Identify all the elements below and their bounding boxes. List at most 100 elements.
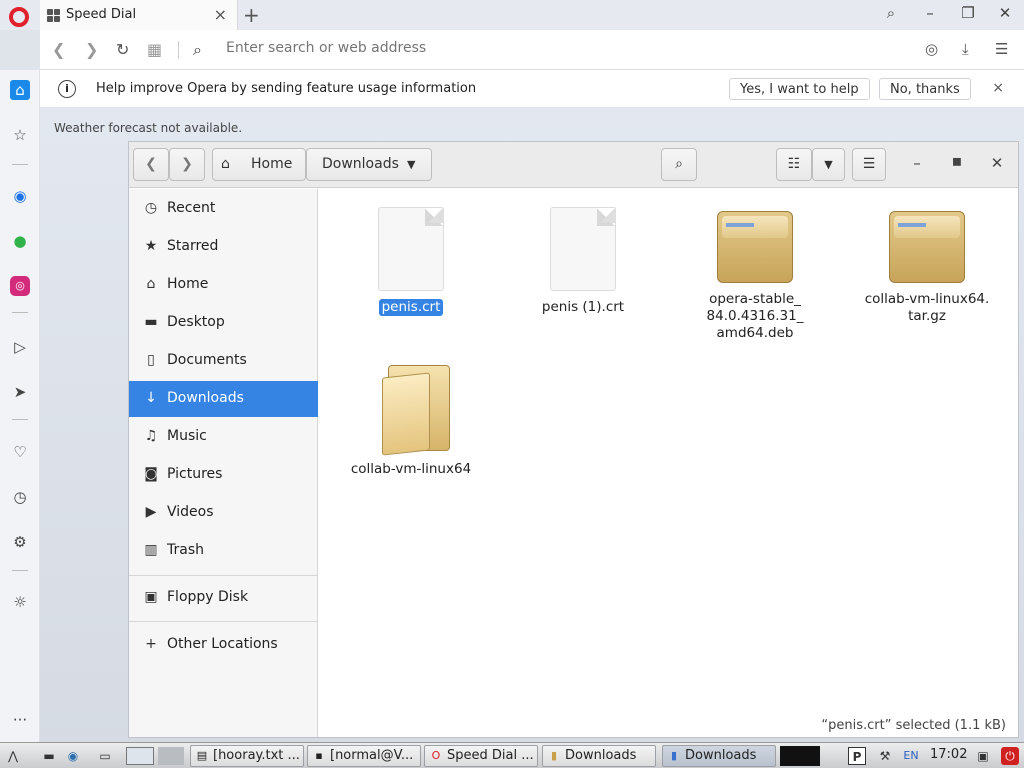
show-desktop-icon[interactable]: ▬ <box>40 747 58 765</box>
file-item[interactable]: collab-vm-linux64. tar.gz <box>852 207 1002 325</box>
easy-setup-icon[interactable]: ☰ <box>995 40 1008 58</box>
chevron-down-icon: ▼ <box>407 158 416 171</box>
task-terminal[interactable]: ▪ [normal@V... <box>307 745 421 767</box>
sidebar-item-label: Videos <box>167 504 214 520</box>
tray-tools-icon[interactable]: ⚒ <box>876 747 894 765</box>
notice-yes-button[interactable]: Yes, I want to help <box>729 78 870 100</box>
weather-text: Weather forecast not available. <box>54 121 243 135</box>
tray-p-icon[interactable]: P <box>848 747 866 765</box>
bookmarks-icon[interactable]: ♡ <box>10 442 30 462</box>
sidebar-item-other-locations[interactable]: + Other Locations <box>129 627 318 663</box>
sidebar-item-pictures[interactable]: ◙ Pictures <box>129 457 318 493</box>
info-icon: i <box>58 80 76 98</box>
clock[interactable]: 17:02 <box>930 747 967 762</box>
tabs-grid-icon[interactable]: ▦ <box>147 40 162 59</box>
new-tab-button[interactable]: + <box>243 3 260 27</box>
file-name: penis (1).crt <box>541 299 625 315</box>
notice-close-icon[interactable]: × <box>992 80 1004 96</box>
folder-item[interactable]: collab-vm-linux64 <box>336 365 486 478</box>
task-label: Speed Dial ... <box>447 748 534 763</box>
notice-no-button[interactable]: No, thanks <box>879 78 971 100</box>
document-icon <box>550 207 616 291</box>
settings-icon[interactable]: ⚙ <box>10 532 30 552</box>
sidebar-item-label: Desktop <box>167 314 225 330</box>
files-headerbar: ❮ ❯ ⌂ Home Downloads ▼ ⌕ ☷ ▼ ☰ – ◼ ✕ <box>129 142 1018 188</box>
power-icon[interactable]: ⏻ <box>1001 747 1019 765</box>
divider <box>12 312 28 313</box>
tray-screen-icon[interactable]: ▣ <box>974 747 992 765</box>
task-downloads-active[interactable]: ▮ Downloads <box>662 745 776 767</box>
tab-speed-dial[interactable]: Speed Dial × <box>40 0 238 30</box>
instagram-icon[interactable]: ◎ <box>10 276 30 296</box>
file-item[interactable]: penis (1).crt <box>508 207 658 316</box>
workspace-1-icon[interactable] <box>126 747 154 765</box>
sidebar-item-starred[interactable]: ★ Starred <box>129 229 318 265</box>
sidebar-item-floppy-disk[interactable]: ▣ Floppy Disk <box>129 580 318 616</box>
browser-launcher-icon[interactable]: ◉ <box>64 747 82 765</box>
sidebar-item-desktop[interactable]: ▬ Desktop <box>129 305 318 341</box>
breadcrumb-downloads[interactable]: Downloads ▼ <box>306 148 432 181</box>
restore-icon[interactable]: ❐ <box>956 4 980 22</box>
sidebar-item-recent[interactable]: ◷ Recent <box>129 191 318 227</box>
back-button[interactable]: ❮ <box>133 148 169 181</box>
history-icon[interactable]: ◷ <box>10 487 30 507</box>
home-icon: ⌂ <box>221 156 230 172</box>
divider <box>12 164 28 165</box>
sidebar-item-videos[interactable]: ▶ Videos <box>129 495 318 531</box>
whatsapp-icon[interactable]: ● <box>10 231 30 251</box>
tab-close-icon[interactable]: × <box>214 5 227 24</box>
pinboard-icon[interactable]: ☆ <box>10 125 30 145</box>
more-icon[interactable]: ··· <box>10 710 30 730</box>
messenger-icon[interactable]: ◉ <box>10 186 30 206</box>
divider <box>12 419 28 420</box>
sidebar-item-home[interactable]: ⌂ Home <box>129 267 318 303</box>
sidebar-item-downloads[interactable]: ↓ Downloads <box>129 381 318 417</box>
view-list-button[interactable]: ☷ <box>776 148 812 181</box>
search-button[interactable]: ⌕ <box>661 148 697 181</box>
maximize-icon[interactable]: ◼ <box>945 154 969 168</box>
sidebar-item-documents[interactable]: ▯ Documents <box>129 343 318 379</box>
minimize-icon[interactable]: – <box>905 154 929 172</box>
close-icon[interactable]: ✕ <box>985 154 1009 172</box>
view-options-button[interactable]: ▼ <box>812 148 845 181</box>
minimize-icon[interactable]: – <box>918 4 942 22</box>
flow-icon[interactable]: ➤ <box>10 382 30 402</box>
back-icon[interactable]: ❮ <box>52 40 65 59</box>
forward-icon[interactable]: ❯ <box>85 40 98 59</box>
workspace-2-icon[interactable] <box>158 747 184 765</box>
home-icon[interactable]: ⌂ <box>10 80 30 100</box>
task-downloads[interactable]: ▮ Downloads <box>542 745 656 767</box>
search-input[interactable] <box>226 40 826 56</box>
keyboard-layout-indicator[interactable]: EN <box>900 747 922 765</box>
file-item[interactable]: opera-stable_ 84.0.4316.31_ amd64.deb <box>680 207 830 342</box>
file-item[interactable]: penis.crt <box>336 207 486 316</box>
sidebar-item-music[interactable]: ♫ Music <box>129 419 318 455</box>
task-label: Downloads <box>565 748 637 763</box>
breadcrumb-home-label: Home <box>251 156 293 172</box>
menu-button[interactable]: ☰ <box>852 148 886 181</box>
file-name: collab-vm-linux64. tar.gz <box>864 291 990 324</box>
task-speed-dial[interactable]: O Speed Dial ... <box>424 745 538 767</box>
file-name: opera-stable_ 84.0.4316.31_ amd64.deb <box>706 291 804 341</box>
download-icon[interactable]: ⤓ <box>962 40 969 58</box>
archive-icon <box>889 211 965 283</box>
start-menu-icon[interactable]: ⋀ <box>4 747 22 765</box>
folder-icon: ▮ <box>550 749 558 762</box>
floppy-icon: ▣ <box>144 589 158 605</box>
search-tabs-icon[interactable]: ⌕ <box>879 4 903 22</box>
tips-icon[interactable]: ☼ <box>10 592 30 612</box>
feature-usage-notice: i Help improve Opera by sending feature … <box>40 70 1024 108</box>
player-icon[interactable]: ▷ <box>10 337 30 357</box>
files-window: ❮ ❯ ⌂ Home Downloads ▼ ⌕ ☷ ▼ ☰ – ◼ ✕ ◷ Re… <box>128 141 1019 738</box>
snapshot-icon[interactable]: ◎ <box>925 40 938 58</box>
task-hooray-txt[interactable]: ▤ [hooray.txt ... <box>190 745 304 767</box>
files-launcher-icon[interactable]: ▭ <box>96 747 114 765</box>
selection-status: “penis.crt” selected (1.1 kB) <box>821 718 1006 733</box>
opera-logo-icon[interactable] <box>9 7 29 27</box>
sidebar-item-trash[interactable]: ▥ Trash <box>129 533 318 569</box>
forward-button[interactable]: ❯ <box>169 148 205 181</box>
reload-icon[interactable]: ↻ <box>116 40 129 59</box>
close-icon[interactable]: ✕ <box>993 4 1017 22</box>
breadcrumb-home[interactable]: ⌂ Home <box>212 148 306 181</box>
download-icon: ↓ <box>145 390 157 406</box>
